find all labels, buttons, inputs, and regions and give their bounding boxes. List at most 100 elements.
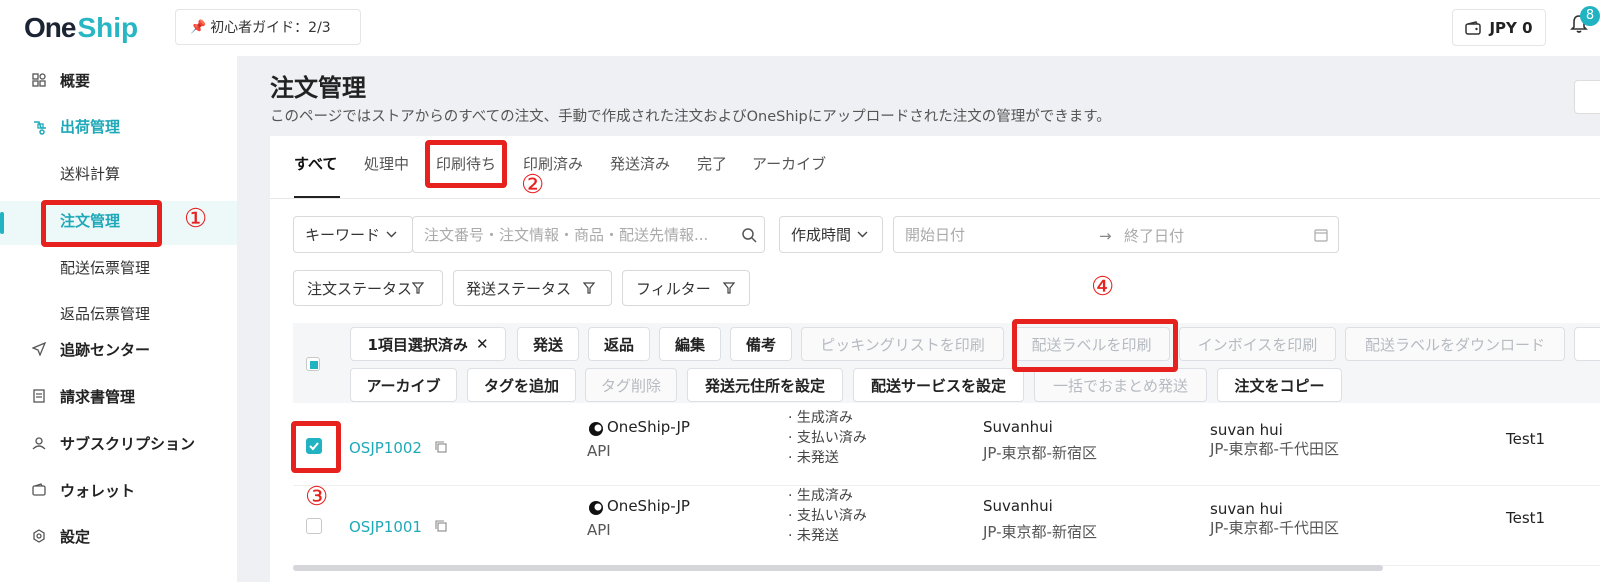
note-button[interactable]: 備考 [730, 327, 792, 361]
status-tabs: すべて 処理中 印刷待ち 印刷済み 発送済み 完了 アーカイブ [294, 153, 894, 181]
sidebar-item-shipping[interactable]: 出荷管理 [0, 104, 237, 148]
annotation-box-row-checkbox [291, 421, 341, 473]
end-date-input[interactable]: 終了日付 [1124, 225, 1184, 246]
filter-icon [583, 282, 596, 294]
copy-icon[interactable] [435, 441, 447, 453]
horizontal-scrollbar[interactable] [293, 565, 1383, 571]
shipping-status-filter[interactable]: 発送ステータス [453, 270, 612, 306]
channel-name: OneShip-JP [607, 418, 690, 436]
status-unshipped: · 未発送 [788, 450, 839, 466]
order-id-link[interactable]: OSJP1001 [349, 518, 422, 536]
date-range-picker[interactable]: 開始日付 → 終了日付 [893, 216, 1339, 253]
tab-archive[interactable]: アーカイブ [752, 153, 826, 174]
wallet-icon [1465, 20, 1482, 35]
sender-address: JP-東京都-新宿区 [983, 444, 1097, 462]
sidebar-item-wallet[interactable]: ウォレット [0, 468, 237, 512]
annotation-number-1: ① [184, 204, 208, 234]
annotation-box-awaiting-print [425, 140, 507, 188]
sidebar-active-indicator [0, 212, 4, 234]
print-picking-list-button[interactable]: ピッキングリストを印刷 [801, 327, 1004, 361]
recipient-name: suvan hui [1210, 500, 1283, 518]
selected-count-chip[interactable]: 1項目選択済み ✕ [350, 327, 506, 361]
channel-name: OneShip-JP [607, 497, 690, 515]
download-shipping-label-button[interactable]: 配送ラベルをダウンロード [1345, 327, 1565, 361]
recipient-address: JP-東京都-千代田区 [1210, 440, 1339, 458]
wallet-label: JPY 0 [1489, 18, 1533, 37]
recipient-address: JP-東京都-千代田区 [1210, 519, 1339, 537]
add-tag-button[interactable]: タグを追加 [467, 368, 576, 402]
order-source: API [587, 442, 611, 460]
search-input[interactable]: 注文番号・注文情報・商品・配送先情報... [412, 216, 765, 253]
remove-tag-button[interactable]: タグ削除 [585, 368, 677, 402]
ship-button[interactable]: 発送 [517, 327, 579, 361]
wallet-balance-button[interactable]: JPY 0 [1452, 9, 1546, 46]
shipping-status-label: 発送ステータス [466, 279, 572, 298]
pin-icon: 📌 [190, 19, 207, 35]
return-button[interactable]: 返品 [588, 327, 650, 361]
order-id-link[interactable]: OSJP1002 [349, 439, 422, 457]
order-status-list: · 生成済み · 支払い済み · 未発送 [788, 408, 867, 468]
wallet-icon [32, 483, 46, 497]
table-row[interactable]: OSJP1001 OneShip-JP API · 生成済み · 支払い済み ·… [293, 486, 1600, 566]
sender-name: Suvanhui [983, 497, 1053, 515]
tab-all[interactable]: すべて [294, 153, 337, 174]
invoice-icon [32, 389, 46, 403]
annotation-box-print-label [1012, 319, 1178, 372]
order-status-filter[interactable]: 注文ステータス [293, 270, 443, 306]
active-tab-underline [294, 196, 340, 198]
more-filters-button[interactable]: フィルター [622, 270, 750, 306]
order-status-label: 注文ステータス [307, 279, 413, 298]
order-status-list: · 生成済み · 支払い済み · 未発送 [788, 486, 867, 546]
oneship-logo[interactable]: One Ship [24, 8, 138, 48]
set-shipping-service-button[interactable]: 配送サービスを設定 [853, 368, 1024, 402]
sender-name: Suvanhui [983, 418, 1053, 436]
sidebar-item-label: 請求書管理 [60, 387, 136, 406]
copy-icon[interactable] [435, 520, 447, 532]
order-note: Test1 [1506, 430, 1546, 448]
sidebar-item-tracking[interactable]: 追跡センター [0, 327, 237, 371]
sidebar-item-label: ウォレット [60, 481, 136, 500]
sidebar-item-settings[interactable]: 設定 [0, 514, 237, 558]
tab-processing[interactable]: 処理中 [364, 153, 409, 174]
bulk-consolidated-ship-button[interactable]: 一括でおまとめ発送 [1034, 368, 1207, 402]
tab-completed[interactable]: 完了 [697, 153, 727, 174]
status-paid: · 支払い済み [788, 508, 867, 524]
row-checkbox[interactable] [306, 518, 322, 534]
guide-label: 初心者ガイド：2/3 [210, 20, 331, 36]
annotation-number-4: ④ [1091, 272, 1115, 302]
top-header: One Ship 📌 初心者ガイド：2/3 JPY 0 8 [0, 0, 1600, 56]
send-icon [32, 342, 46, 356]
channel-logo-icon [588, 500, 604, 516]
set-sender-address-button[interactable]: 発送元住所を設定 [687, 368, 843, 402]
tab-shipped[interactable]: 発送済み [610, 153, 670, 174]
sidebar-item-subscription[interactable]: サブスクリプション [0, 421, 237, 465]
recipient-name: suvan hui [1210, 421, 1283, 439]
sidebar-item-shipping-labels[interactable]: 配送伝票管理 [60, 257, 150, 278]
keyword-select[interactable]: キーワード [293, 216, 413, 253]
filter-icon [722, 282, 735, 294]
sidebar-item-return-labels[interactable]: 返品伝票管理 [60, 303, 150, 324]
sender-address: JP-東京都-新宿区 [983, 523, 1097, 541]
edit-button[interactable]: 編集 [659, 327, 721, 361]
table-row[interactable]: OSJP1002 OneShip-JP API · 生成済み · 支払い済み ·… [293, 406, 1600, 486]
start-date-input[interactable]: 開始日付 [905, 224, 965, 245]
sidebar-item-overview[interactable]: 概要 [0, 58, 237, 102]
beginner-guide-button[interactable]: 📌 初心者ガイド：2/3 [175, 9, 361, 45]
sidebar-item-shipping-calculator[interactable]: 送料計算 [60, 163, 120, 184]
shipping-icon [32, 119, 48, 135]
export-button[interactable] [1574, 80, 1600, 114]
status-paid: · 支払い済み [788, 430, 867, 446]
search-icon[interactable] [742, 228, 757, 243]
time-type-select[interactable]: 作成時間 [779, 216, 883, 253]
sidebar-item-label: 概要 [60, 71, 91, 90]
print-invoice-button[interactable]: インボイスを印刷 [1179, 327, 1336, 361]
filter-label: フィルター [636, 279, 711, 298]
archive-button[interactable]: アーカイブ [350, 368, 457, 402]
status-unshipped: · 未発送 [788, 528, 839, 544]
sidebar-item-invoices[interactable]: 請求書管理 [0, 374, 237, 418]
select-all-checkbox[interactable] [306, 357, 320, 371]
order-source: API [587, 521, 611, 539]
more-actions-button[interactable] [1574, 327, 1600, 361]
copy-order-button[interactable]: 注文をコピー [1217, 368, 1342, 402]
close-icon[interactable]: ✕ [476, 335, 489, 353]
